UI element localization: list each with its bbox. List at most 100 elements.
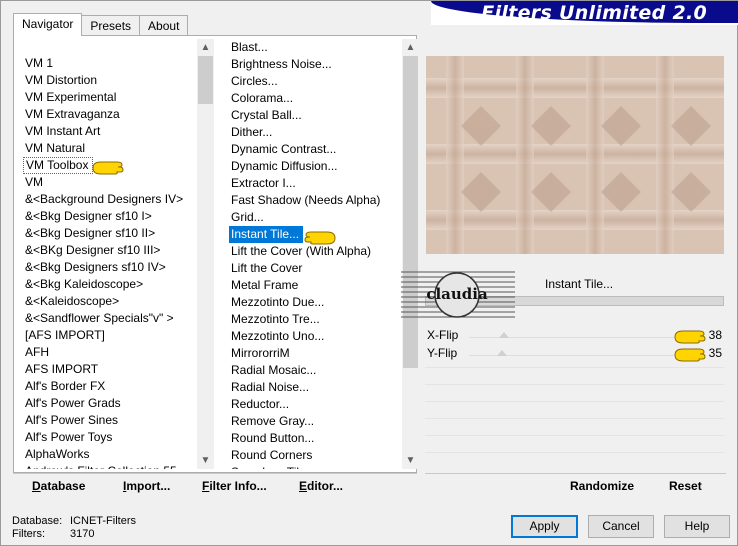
scroll-thumb[interactable] — [198, 56, 213, 104]
cancel-button[interactable]: Cancel — [588, 515, 654, 538]
param-label: Y-Flip — [427, 346, 458, 360]
category-item[interactable]: VM Distortion — [23, 72, 195, 89]
category-item[interactable]: AFH — [23, 344, 195, 361]
database-value: ICNET-Filters — [70, 515, 136, 527]
category-list[interactable]: VM 1 VM Distortion VM Experimental VM Extra… — [23, 39, 195, 469]
category-scrollbar[interactable]: ▲ ▼ — [197, 39, 214, 469]
category-item[interactable]: Alf's Power Sines — [23, 412, 195, 429]
filter-scrollbar[interactable]: ▲ ▼ — [402, 39, 419, 469]
category-item[interactable]: &<BKg Designer sf10 III> — [23, 242, 195, 259]
database-button[interactable]: Database — [32, 479, 85, 493]
filter-item[interactable]: Mezzotinto Due... — [229, 294, 401, 311]
param-slider-knob[interactable] — [499, 332, 509, 338]
category-item[interactable]: VM Natural — [23, 140, 195, 157]
filter-label: Mezzotinto Tre... — [231, 312, 320, 326]
database-status: Database: ICNET-Filters — [12, 515, 136, 527]
apply-button[interactable]: Apply — [511, 515, 578, 538]
filter-label: Mezzotinto Uno... — [231, 329, 325, 343]
randomize-button[interactable]: Randomize — [570, 479, 634, 493]
filter-info-button[interactable]: Filter Info... — [202, 479, 267, 493]
category-item[interactable]: &<Bkg Kaleidoscope> — [23, 276, 195, 293]
category-label: VM Natural — [25, 141, 86, 155]
filter-item[interactable]: Fast Shadow (Needs Alpha) — [229, 192, 401, 209]
category-item[interactable]: Andrew's Filter Collection 55 — [23, 463, 195, 469]
param-slider-knob[interactable] — [497, 350, 507, 356]
filter-label: Mezzotinto Due... — [231, 295, 325, 309]
filter-item[interactable]: Radial Mosaic... — [229, 362, 401, 379]
filter-item[interactable]: Remove Gray... — [229, 413, 401, 430]
category-item[interactable]: Alf's Border FX — [23, 378, 195, 395]
filter-item[interactable]: Reductor... — [229, 396, 401, 413]
filter-item[interactable]: Colorama... — [229, 90, 401, 107]
category-item[interactable]: Alf's Power Grads — [23, 395, 195, 412]
editor-button[interactable]: Editor... — [299, 479, 343, 493]
category-item[interactable]: &<Kaleidoscope> — [23, 293, 195, 310]
claudia-watermark: claudia — [401, 271, 515, 318]
category-label: &<Sandflower Specials"v" > — [25, 311, 174, 325]
category-label: VM Experimental — [25, 90, 117, 104]
filter-list[interactable]: Blast... Brightness Noise... Circles... Col… — [229, 39, 401, 469]
filter-item[interactable]: Dynamic Diffusion... — [229, 158, 401, 175]
category-item[interactable]: VM Experimental — [23, 89, 195, 106]
category-label: VM — [25, 175, 43, 189]
filter-label: Extractor I... — [231, 176, 296, 190]
scroll-down-icon[interactable]: ▼ — [197, 452, 214, 469]
tab-presets[interactable]: Presets — [81, 15, 141, 35]
category-item[interactable]: AFS IMPORT — [23, 361, 195, 378]
filter-label: Remove Gray... — [231, 414, 315, 428]
category-item[interactable]: &<Bkg Designers sf10 IV> — [23, 259, 195, 276]
tab-navigator[interactable]: Navigator — [13, 13, 83, 36]
filter-item[interactable]: Round Corners — [229, 447, 401, 464]
filters-label: Filters: — [12, 528, 45, 540]
category-item[interactable]: &<Bkg Designer sf10 I> — [23, 208, 195, 225]
filter-label: Grid... — [231, 210, 264, 224]
category-item[interactable]: [AFS IMPORT] — [23, 327, 195, 344]
tab-about[interactable]: About — [139, 15, 189, 35]
category-label: Alf's Power Toys — [25, 430, 113, 444]
category-label: &<Bkg Kaleidoscope> — [25, 277, 144, 291]
category-label: AFS IMPORT — [25, 362, 99, 376]
filter-label: Brightness Noise... — [231, 57, 332, 71]
category-item[interactable]: &<Sandflower Specials"v" > — [23, 310, 195, 327]
filter-label: Round Corners — [231, 448, 313, 462]
scroll-up-icon[interactable]: ▲ — [197, 39, 214, 56]
filter-item[interactable]: Dither... — [229, 124, 401, 141]
filter-item[interactable]: Dynamic Contrast... — [229, 141, 401, 158]
filters-unlimited-dialog: Filters Unlimited 2.0 Navigator Presets … — [0, 0, 738, 546]
filter-item[interactable]: Metal Frame — [229, 277, 401, 294]
filter-item[interactable]: Circles... — [229, 73, 401, 90]
scroll-down-icon[interactable]: ▼ — [402, 452, 419, 469]
filter-item[interactable]: Extractor I... — [229, 175, 401, 192]
filter-label: Dynamic Diffusion... — [231, 159, 338, 173]
filter-label: MirrororriM — [231, 346, 290, 360]
category-item[interactable]: Alf's Power Toys — [23, 429, 195, 446]
category-item[interactable]: VM 1 — [23, 55, 195, 72]
category-label: Andrew's Filter Collection 55 — [23, 463, 177, 469]
category-item[interactable]: &<Bkg Designer sf10 II> — [23, 225, 195, 242]
category-item[interactable]: VM Extravaganza — [23, 106, 195, 123]
filter-item[interactable]: Blast... — [229, 39, 401, 56]
filter-item[interactable]: MirrororriM — [229, 345, 401, 362]
filter-item[interactable]: Radial Noise... — [229, 379, 401, 396]
filter-item[interactable]: Crystal Ball... — [229, 107, 401, 124]
help-button[interactable]: Help — [664, 515, 730, 538]
scroll-up-icon[interactable]: ▲ — [402, 39, 419, 56]
category-label: VM Toolbox — [23, 157, 94, 174]
category-item[interactable]: VM Instant Art — [23, 123, 195, 140]
empty-param-line — [425, 367, 724, 368]
filter-item[interactable]: Round Button... — [229, 430, 401, 447]
filter-item[interactable]: Lift the Cover — [229, 260, 401, 277]
import-button[interactable]: Import... — [123, 479, 170, 493]
filter-item[interactable]: Seamless Tile... — [229, 464, 401, 469]
category-item[interactable]: &<Background Designers IV> — [23, 191, 195, 208]
tab-bar: Navigator Presets About — [13, 13, 189, 36]
empty-param-line — [425, 384, 724, 385]
filter-label: Dither... — [231, 125, 273, 139]
filter-item[interactable]: Mezzotinto Uno... — [229, 328, 401, 345]
category-item[interactable]: AlphaWorks — [23, 446, 195, 463]
filter-item[interactable]: Grid... — [229, 209, 401, 226]
reset-button[interactable]: Reset — [669, 479, 702, 493]
empty-param-line — [425, 401, 724, 402]
filter-item[interactable]: Mezzotinto Tre... — [229, 311, 401, 328]
filter-item[interactable]: Brightness Noise... — [229, 56, 401, 73]
